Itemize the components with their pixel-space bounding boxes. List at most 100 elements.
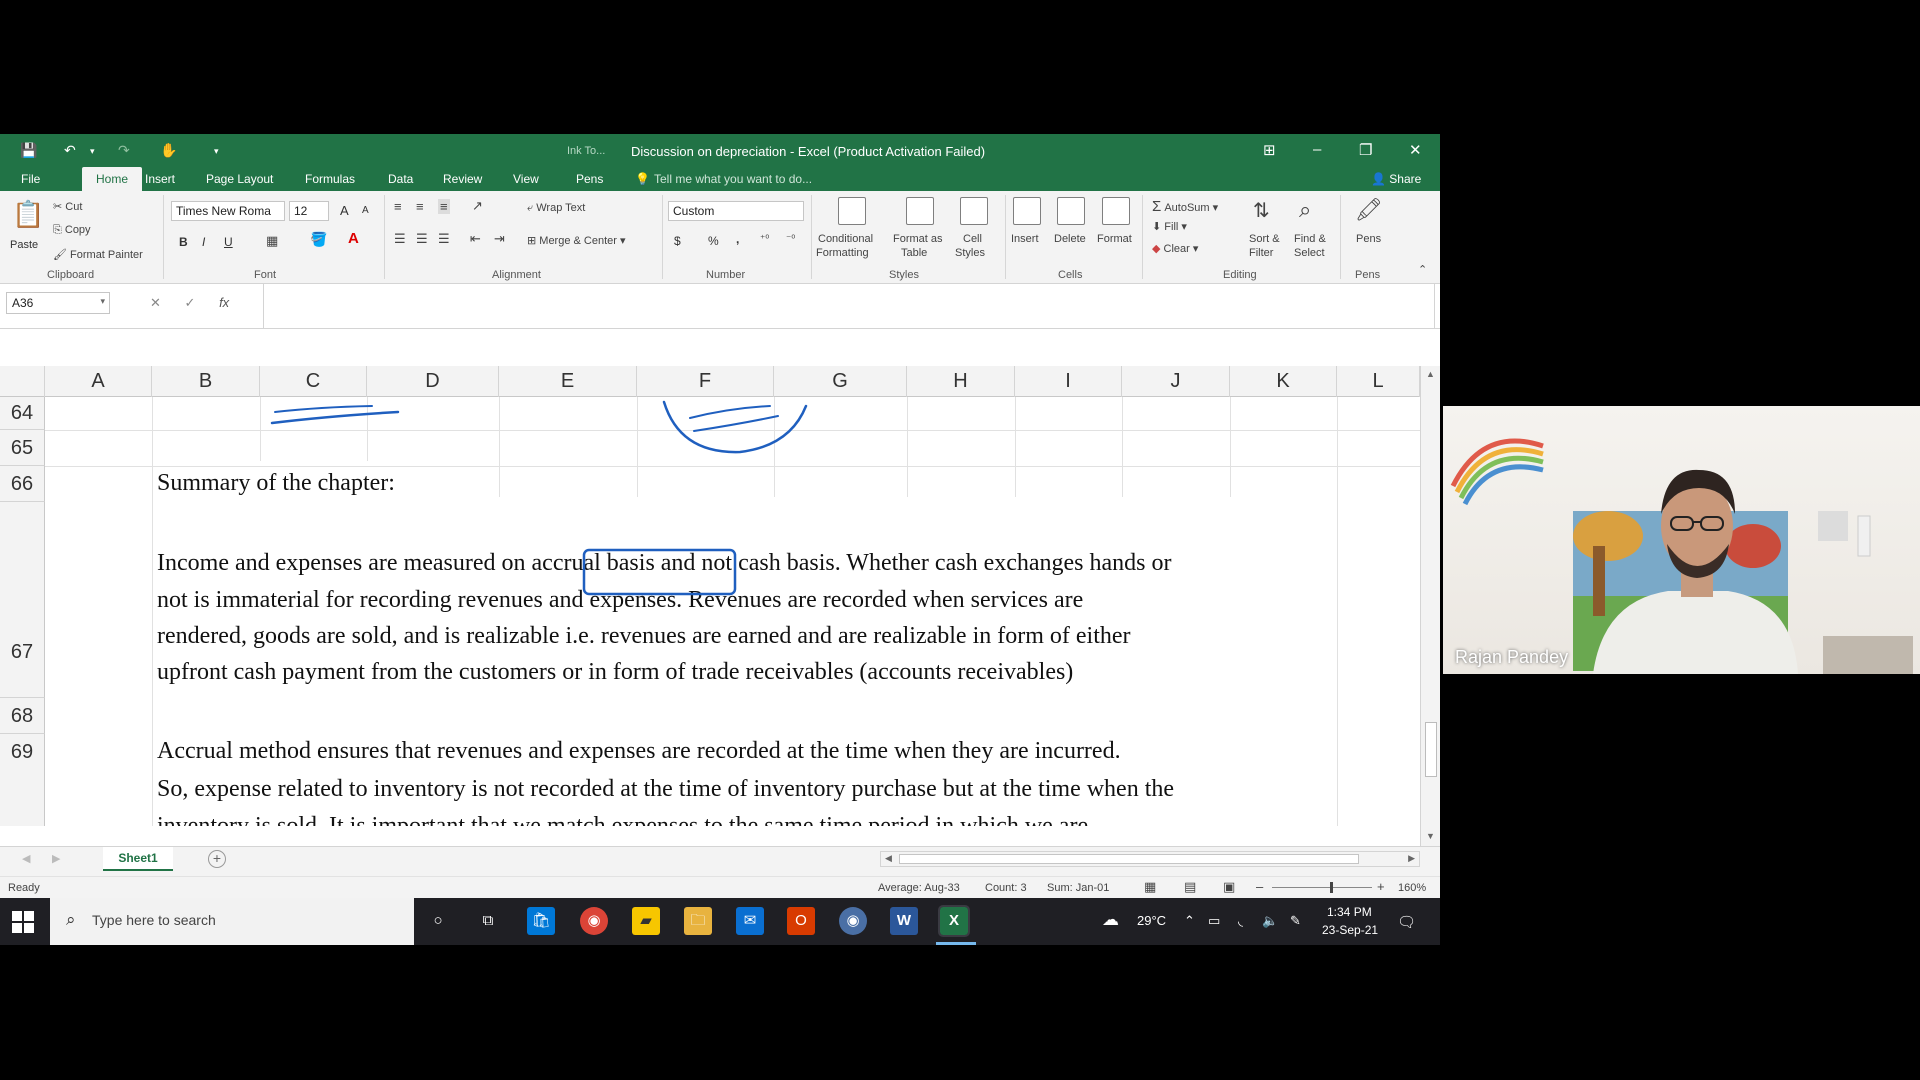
tab-page-layout[interactable]: Page Layout bbox=[206, 172, 273, 186]
new-sheet-button[interactable]: + bbox=[208, 850, 226, 868]
undo-dropdown-icon[interactable]: ▾ bbox=[90, 146, 95, 157]
name-box[interactable]: A36 ▾ bbox=[6, 292, 110, 314]
volume-icon[interactable]: 🔈 bbox=[1262, 913, 1278, 929]
format-painter-button[interactable]: 🖌 Format Painter bbox=[53, 248, 143, 261]
align-top-icon[interactable]: ≡ bbox=[394, 199, 402, 214]
font-name-combo[interactable]: Times New Roma bbox=[171, 201, 285, 221]
next-sheet-icon[interactable]: ▶ bbox=[52, 852, 60, 865]
tab-data[interactable]: Data bbox=[388, 172, 413, 186]
tab-pens[interactable]: Pens bbox=[576, 172, 603, 186]
share-button[interactable]: 👤 Share bbox=[1371, 172, 1421, 186]
page-break-view-icon[interactable]: ▣ bbox=[1223, 879, 1235, 895]
scroll-right-icon[interactable]: ▶ bbox=[1408, 853, 1415, 864]
scroll-up-icon[interactable]: ▲ bbox=[1426, 369, 1435, 379]
sticky-notes-icon[interactable]: ▰ bbox=[632, 907, 660, 935]
align-bottom-icon[interactable]: ≡ bbox=[438, 199, 450, 214]
tab-review[interactable]: Review bbox=[443, 172, 482, 186]
font-color-icon[interactable]: A bbox=[348, 230, 359, 247]
clear-button[interactable]: ◆ Clear ▾ bbox=[1152, 242, 1198, 255]
tell-me-search[interactable]: Tell me what you want to do... bbox=[654, 172, 812, 186]
zoom-level[interactable]: 160% bbox=[1398, 882, 1426, 894]
fill-button[interactable]: ⬇ Fill ▾ bbox=[1152, 220, 1187, 233]
autosum-button[interactable]: Σ AutoSum ▾ bbox=[1152, 198, 1218, 215]
zoom-in-button[interactable]: + bbox=[1377, 879, 1385, 894]
collapse-ribbon-icon[interactable]: ⌃ bbox=[1418, 263, 1427, 276]
bold-button[interactable]: B bbox=[179, 235, 188, 249]
notifications-icon[interactable]: 🗨 bbox=[1397, 913, 1416, 931]
scroll-left-icon[interactable]: ◀ bbox=[885, 853, 892, 864]
zoom-slider-thumb[interactable] bbox=[1330, 882, 1333, 893]
copy-button[interactable]: ⎘ Copy bbox=[53, 224, 91, 237]
clock-date[interactable]: 23-Sep-21 bbox=[1322, 923, 1378, 937]
weather-temperature[interactable]: 29°C bbox=[1137, 913, 1166, 928]
align-right-icon[interactable]: ☰ bbox=[438, 231, 450, 247]
cancel-icon[interactable]: ✕ bbox=[150, 295, 161, 310]
excel-taskbar-icon[interactable]: X bbox=[938, 905, 970, 937]
percent-button[interactable]: % bbox=[708, 234, 719, 248]
battery-icon[interactable]: ▭ bbox=[1208, 913, 1220, 929]
grow-font-button[interactable]: A bbox=[340, 203, 349, 218]
currency-button[interactable]: $ bbox=[674, 234, 681, 248]
network-icon[interactable]: ◟ bbox=[1238, 913, 1243, 929]
show-hidden-icons[interactable]: ⌃ bbox=[1184, 913, 1195, 929]
tab-view[interactable]: View bbox=[513, 172, 539, 186]
zoom-slider[interactable] bbox=[1272, 887, 1372, 888]
decrease-decimal-icon[interactable]: ⁻⁰ bbox=[786, 234, 795, 245]
merge-center-button[interactable]: ⊞ Merge & Center ▾ bbox=[527, 234, 626, 247]
file-explorer-icon[interactable]: 🗀 bbox=[684, 907, 712, 935]
borders-icon[interactable]: ▦ bbox=[266, 233, 278, 249]
underline-button[interactable]: U bbox=[224, 235, 233, 249]
office-icon[interactable]: O bbox=[787, 907, 815, 935]
normal-view-icon[interactable]: ▦ bbox=[1144, 879, 1156, 895]
tab-file[interactable]: File bbox=[21, 172, 40, 186]
comma-button[interactable]: , bbox=[736, 232, 739, 246]
task-view-icon[interactable]: ⧉ bbox=[474, 907, 502, 935]
italic-button[interactable]: I bbox=[202, 235, 205, 249]
wrap-text-button[interactable]: ⤶ Wrap Text bbox=[527, 202, 585, 215]
page-layout-view-icon[interactable]: ▤ bbox=[1184, 879, 1196, 895]
previous-sheet-icon[interactable]: ◀ bbox=[22, 852, 30, 865]
close-button[interactable]: ✕ bbox=[1409, 141, 1422, 159]
tab-home[interactable]: Home bbox=[82, 167, 143, 191]
decrease-indent-icon[interactable]: ⇤ bbox=[470, 231, 481, 247]
orientation-icon[interactable]: ↗ bbox=[472, 198, 483, 214]
horizontal-scroll-thumb[interactable] bbox=[899, 854, 1359, 864]
ribbon-display-options-icon[interactable]: ⊞ bbox=[1263, 141, 1276, 159]
restore-button[interactable]: ❐ bbox=[1359, 141, 1372, 159]
cut-button[interactable]: ✂ Cut bbox=[53, 200, 82, 213]
vertical-scroll-thumb[interactable] bbox=[1425, 722, 1437, 777]
tab-formulas[interactable]: Formulas bbox=[305, 172, 355, 186]
number-format-combo[interactable]: Custom bbox=[668, 201, 804, 221]
chrome-icon[interactable]: ◉ bbox=[580, 907, 608, 935]
clock-time[interactable]: 1:34 PM bbox=[1327, 905, 1372, 919]
pen-icon[interactable]: ✎ bbox=[1290, 913, 1301, 929]
touch-mode-icon[interactable]: ✋ bbox=[160, 142, 177, 159]
chrome-profile-icon[interactable]: ◉ bbox=[839, 907, 867, 935]
mail-icon[interactable]: ✉ bbox=[736, 907, 764, 935]
increase-indent-icon[interactable]: ⇥ bbox=[494, 231, 505, 247]
sheet-tab-sheet1[interactable]: Sheet1 bbox=[103, 847, 173, 871]
worksheet-grid[interactable]: A B C D E F G H I J K L 64 65 66 67 68 6… bbox=[0, 366, 1420, 826]
enter-icon[interactable]: ✓ bbox=[185, 295, 196, 310]
align-left-icon[interactable]: ☰ bbox=[394, 231, 406, 247]
scroll-down-icon[interactable]: ▼ bbox=[1426, 831, 1435, 841]
vertical-scrollbar[interactable]: ▲ ▼ bbox=[1420, 366, 1440, 846]
undo-icon[interactable]: ↶ bbox=[64, 142, 76, 159]
tab-insert[interactable]: Insert bbox=[145, 172, 175, 186]
cortana-icon[interactable]: ○ bbox=[424, 907, 452, 935]
align-center-icon[interactable]: ☰ bbox=[416, 231, 428, 247]
windows-start-icon[interactable] bbox=[12, 911, 34, 933]
save-icon[interactable]: 💾 bbox=[20, 142, 37, 159]
font-size-combo[interactable]: 12 bbox=[289, 201, 329, 221]
customize-qat-icon[interactable]: ▾ bbox=[214, 146, 219, 157]
zoom-out-button[interactable]: – bbox=[1256, 879, 1263, 894]
taskbar-search-box[interactable]: ⌕ Type here to search bbox=[50, 898, 414, 945]
weather-icon[interactable]: ☁ bbox=[1102, 910, 1119, 930]
increase-decimal-icon[interactable]: ⁺⁰ bbox=[760, 234, 769, 245]
fill-color-icon[interactable]: 🪣 bbox=[310, 231, 327, 248]
formula-input[interactable] bbox=[263, 284, 1435, 328]
store-icon[interactable]: 🛍 bbox=[527, 907, 555, 935]
word-icon[interactable]: W bbox=[890, 907, 918, 935]
align-middle-icon[interactable]: ≡ bbox=[416, 199, 424, 214]
insert-function-icon[interactable]: fx bbox=[219, 295, 229, 310]
